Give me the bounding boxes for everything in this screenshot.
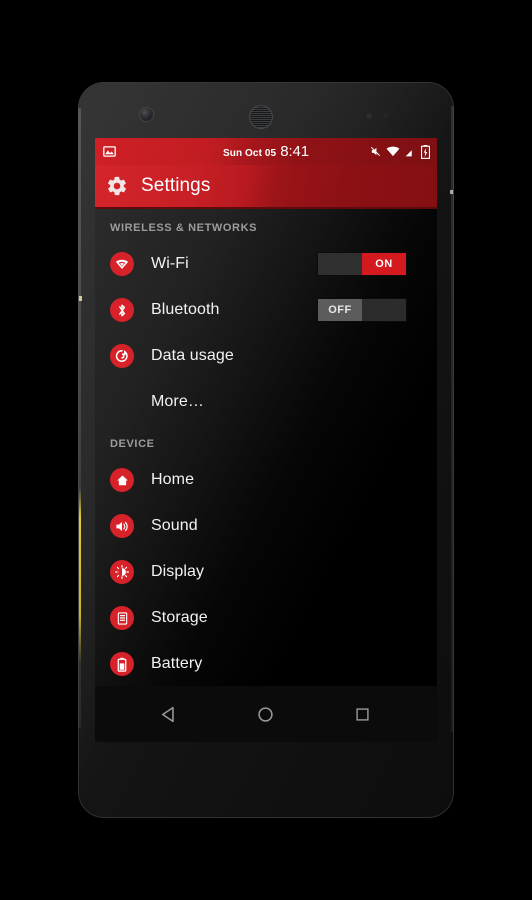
- gear-icon: [106, 175, 128, 197]
- front-camera-icon: [140, 108, 153, 121]
- left-edge-reflection: [79, 488, 81, 664]
- cellular-signal-icon: [405, 146, 416, 157]
- settings-row-wifi[interactable]: Wi-Fi ON: [95, 241, 437, 287]
- right-edge-trim: [451, 106, 454, 732]
- wifi-icon: [386, 146, 400, 157]
- triangle-left-icon: [160, 705, 179, 724]
- photo-icon: [103, 145, 116, 158]
- left-edge-highlight-dot: [79, 296, 82, 301]
- display-icon: [110, 560, 134, 584]
- sound-icon: [110, 514, 134, 538]
- battery-charging-icon: [421, 144, 430, 159]
- bluetooth-toggle[interactable]: OFF: [318, 299, 406, 321]
- settings-row-battery[interactable]: Battery: [95, 641, 437, 686]
- settings-row-label: Data usage: [151, 347, 234, 364]
- ambient-light-sensor-icon: [383, 113, 388, 118]
- data-usage-icon: [110, 344, 134, 368]
- settings-row-label: Sound: [151, 517, 198, 534]
- screenshot-stage: Sun Oct 05 8:41 Settings WIRELESS & NETW…: [0, 0, 532, 900]
- square-icon: [354, 706, 371, 723]
- settings-row-label: Battery: [151, 655, 203, 672]
- settings-row-more[interactable]: More…: [95, 379, 437, 425]
- proximity-sensor-icon: [366, 113, 372, 119]
- settings-row-data-usage[interactable]: Data usage: [95, 333, 437, 379]
- settings-row-display[interactable]: Display: [95, 549, 437, 595]
- status-bar: Sun Oct 05 8:41: [95, 138, 437, 165]
- settings-row-home[interactable]: Home: [95, 457, 437, 503]
- navigation-bar: [95, 686, 437, 742]
- earpiece-speaker-icon: [250, 106, 272, 128]
- storage-icon: [110, 606, 134, 630]
- bluetooth-icon: [110, 298, 134, 322]
- wifi-icon: [110, 252, 134, 276]
- status-bar-notifications: [103, 145, 116, 158]
- settings-list: WIRELESS & NETWORKS Wi-Fi ON Bluetooth O…: [95, 209, 437, 686]
- vibrate-mute-icon: [370, 145, 381, 158]
- page-title: Settings: [141, 175, 211, 196]
- status-bar-time: 8:41: [280, 143, 310, 160]
- settings-row-label: Bluetooth: [151, 301, 220, 318]
- back-button[interactable]: [149, 694, 189, 734]
- settings-row-storage[interactable]: Storage: [95, 595, 437, 641]
- circle-icon: [256, 705, 275, 724]
- phone-screen: Sun Oct 05 8:41 Settings WIRELESS & NETW…: [95, 138, 437, 742]
- wifi-toggle[interactable]: ON: [318, 253, 406, 275]
- toggle-thumb: OFF: [318, 299, 362, 321]
- action-bar: Settings: [95, 165, 437, 209]
- settings-row-label: Wi-Fi: [151, 255, 189, 272]
- home-button[interactable]: [246, 694, 286, 734]
- toggle-thumb: ON: [362, 253, 406, 275]
- home-icon: [110, 468, 134, 492]
- settings-row-label: Home: [151, 471, 195, 488]
- toggle-track: [318, 253, 362, 275]
- phone-device-frame: Sun Oct 05 8:41 Settings WIRELESS & NETW…: [78, 82, 454, 818]
- battery-icon: [110, 652, 134, 676]
- settings-row-bluetooth[interactable]: Bluetooth OFF: [95, 287, 437, 333]
- status-bar-system-icons: [370, 144, 430, 159]
- section-header-device: DEVICE: [110, 438, 155, 450]
- settings-row-label: Display: [151, 563, 205, 580]
- right-edge-highlight-dot: [450, 190, 453, 194]
- recents-button[interactable]: [343, 694, 383, 734]
- no-icon-placeholder: [110, 390, 134, 414]
- toggle-track: [362, 299, 406, 321]
- status-bar-date: Sun Oct 05: [222, 148, 277, 159]
- section-header-wireless: WIRELESS & NETWORKS: [110, 222, 258, 234]
- settings-row-label: Storage: [151, 609, 208, 626]
- settings-row-label: More…: [151, 393, 204, 410]
- settings-row-sound[interactable]: Sound: [95, 503, 437, 549]
